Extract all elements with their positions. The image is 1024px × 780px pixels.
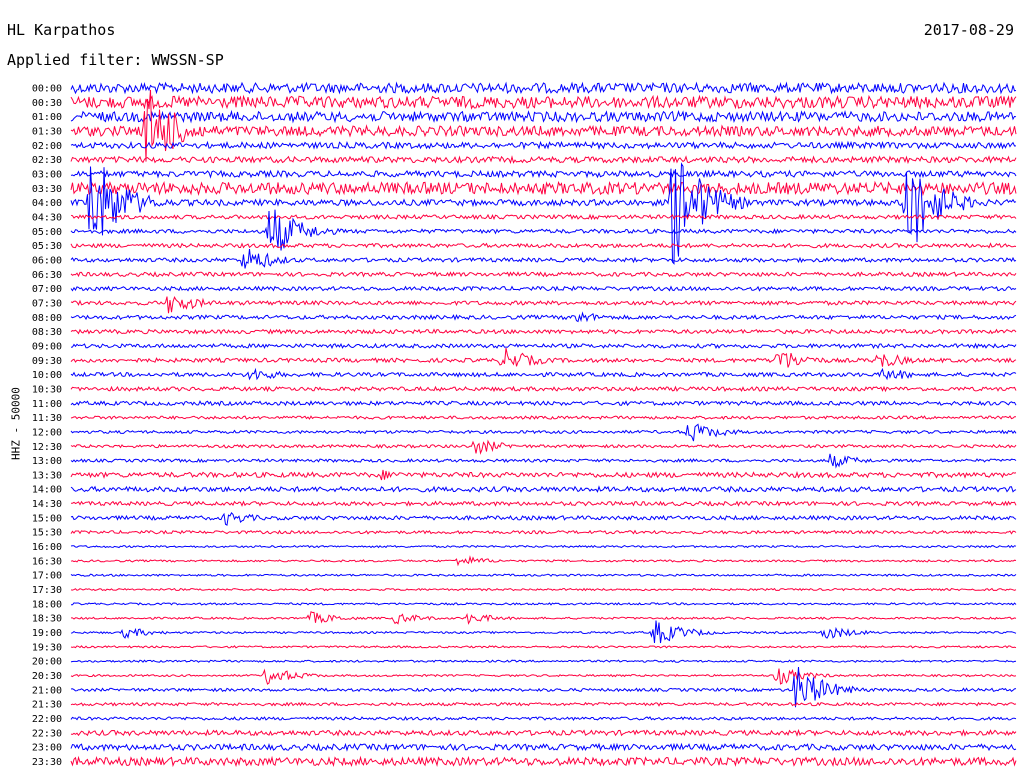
trace-row — [70, 285, 1017, 292]
time-label: 08:00 — [32, 313, 62, 324]
time-label: 07:00 — [32, 284, 62, 295]
time-label: 06:30 — [32, 270, 62, 281]
time-label: 10:00 — [32, 370, 62, 381]
time-label: 23:00 — [32, 743, 62, 754]
time-label: 12:30 — [32, 442, 62, 453]
trace-row — [70, 573, 1017, 577]
trace-row — [70, 367, 1017, 381]
time-label: 22:30 — [32, 728, 62, 739]
time-label: 21:00 — [32, 685, 62, 696]
time-label: 01:00 — [32, 112, 62, 123]
trace-row — [70, 81, 1017, 95]
time-label: 11:30 — [32, 413, 62, 424]
trace-row — [70, 328, 1017, 335]
trace-row — [70, 620, 1017, 644]
time-label: 05:30 — [32, 241, 62, 252]
trace-row — [70, 544, 1017, 549]
time-label: 17:30 — [32, 585, 62, 596]
trace-row — [70, 155, 1017, 165]
trace-row — [70, 400, 1017, 407]
time-label: 00:30 — [32, 98, 62, 109]
time-label: 04:30 — [32, 212, 62, 223]
trace-row — [70, 180, 1017, 197]
time-label: 15:30 — [32, 528, 62, 539]
seismic-traces — [70, 81, 1017, 768]
time-label: 13:30 — [32, 470, 62, 481]
trace-row — [70, 469, 1017, 481]
trace-row — [71, 611, 1017, 625]
trace-row — [70, 342, 1017, 350]
trace-row — [70, 755, 1017, 768]
trace-row — [70, 109, 1017, 124]
trace-row — [70, 295, 1017, 314]
time-label: 09:30 — [32, 356, 62, 367]
trace-row — [70, 271, 1017, 278]
time-label: 03:00 — [32, 169, 62, 180]
time-label: 01:30 — [32, 126, 62, 137]
time-label: 04:00 — [32, 198, 62, 209]
time-label: 19:30 — [32, 642, 62, 653]
time-label: 21:30 — [32, 700, 62, 711]
trace-row — [70, 645, 1017, 649]
time-label: 03:30 — [32, 184, 62, 195]
trace-row — [70, 311, 1017, 323]
trace-row — [70, 666, 1017, 708]
time-label: 18:30 — [32, 614, 62, 625]
time-label: 15:00 — [32, 513, 62, 524]
trace-row — [70, 140, 1017, 150]
time-label: 00:00 — [32, 84, 62, 95]
time-labels: 00:00 00:30 01:00 01:30 02:00 02:30 03:00 03:30… — [32, 84, 62, 769]
time-label: 16:30 — [32, 556, 62, 567]
trace-row — [70, 249, 1017, 269]
trace-row — [70, 347, 1017, 368]
helicorder-plot: 00:00 00:30 01:00 01:30 02:00 02:30 03:00 03:30… — [32, 81, 1017, 769]
trace-row — [70, 529, 1017, 535]
time-label: 18:00 — [32, 599, 62, 610]
time-label: 20:00 — [32, 657, 62, 668]
time-label: 10:30 — [32, 384, 62, 395]
time-label: 14:00 — [32, 485, 62, 496]
time-label: 12:00 — [32, 427, 62, 438]
trace-row — [70, 453, 1017, 469]
time-label: 09:00 — [32, 341, 62, 352]
trace-row — [70, 512, 1017, 526]
trace-row — [70, 415, 1016, 421]
time-label: 02:30 — [32, 155, 62, 166]
trace-row — [70, 89, 1017, 162]
time-label: 22:00 — [32, 714, 62, 725]
trace-row — [70, 587, 1017, 592]
trace-row — [71, 500, 1017, 507]
trace-row — [70, 668, 1017, 685]
trace-row — [70, 439, 1017, 455]
trace-row — [70, 242, 1017, 249]
time-label: 13:00 — [32, 456, 62, 467]
trace-row — [70, 716, 1017, 721]
trace-row — [70, 169, 1017, 179]
time-label: 06:00 — [32, 255, 62, 266]
time-label: 20:30 — [32, 671, 62, 682]
time-label: 19:00 — [32, 628, 62, 639]
time-label: 16:00 — [32, 542, 62, 553]
time-label: 08:30 — [32, 327, 62, 338]
trace-row — [70, 728, 1017, 737]
trace-row — [70, 555, 1017, 567]
time-label: 07:30 — [32, 298, 62, 309]
trace-row — [70, 423, 1017, 442]
trace-row — [70, 701, 1017, 707]
time-label: 11:00 — [32, 399, 62, 410]
time-label: 23:30 — [32, 757, 62, 768]
time-label: 14:30 — [32, 499, 62, 510]
trace-row — [71, 602, 1017, 606]
trace-row — [70, 742, 1017, 752]
trace-row — [70, 659, 1017, 663]
time-label: 05:00 — [32, 227, 62, 238]
trace-row — [70, 94, 1017, 110]
time-label: 17:00 — [32, 571, 62, 582]
time-label: 02:00 — [32, 141, 62, 152]
trace-row — [70, 385, 1017, 393]
trace-row — [70, 485, 1017, 494]
trace-row — [70, 213, 1017, 221]
trace-row — [70, 162, 1017, 265]
